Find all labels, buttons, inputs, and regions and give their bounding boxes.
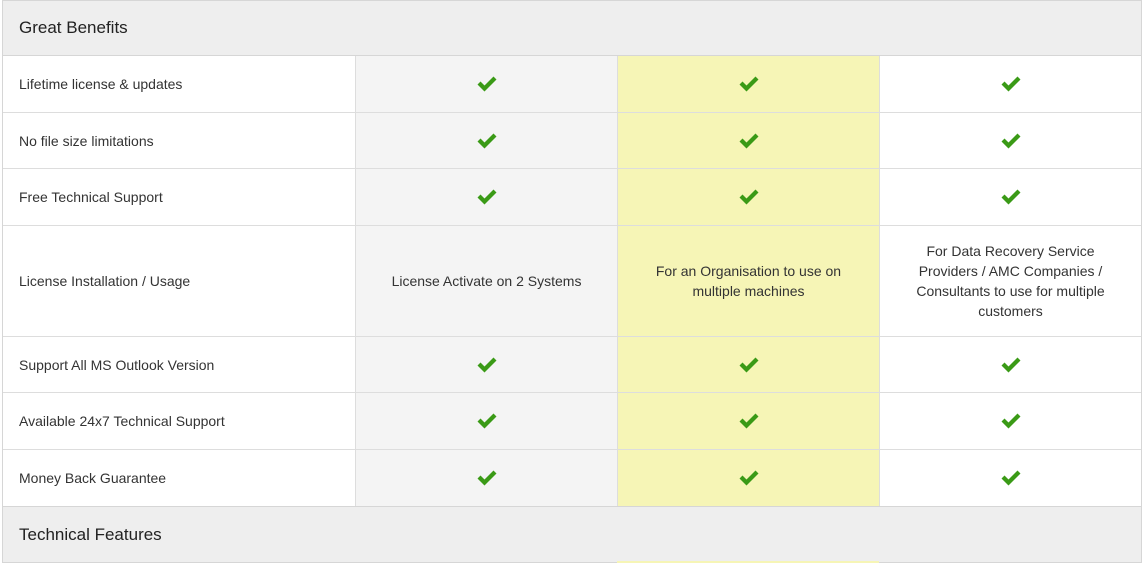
- plan3-cell: [880, 113, 1141, 168]
- section-header-technical-features: Technical Features: [3, 506, 1141, 563]
- technical-features-section: Technical Features: [3, 506, 1141, 563]
- row-label: Available 24x7 Technical Support: [3, 393, 356, 449]
- check-icon: [476, 469, 498, 487]
- plan2-cell: [618, 169, 880, 225]
- check-icon: [1000, 469, 1022, 487]
- plan3-cell: [880, 393, 1141, 449]
- row-label: Free Technical Support: [3, 169, 356, 225]
- plan1-cell: [356, 169, 618, 225]
- plan1-cell: [356, 56, 618, 112]
- section-title: Technical Features: [19, 524, 162, 544]
- check-icon: [476, 75, 498, 93]
- section-title: Great Benefits: [19, 18, 128, 37]
- table-row: Free Technical Support: [3, 169, 1141, 226]
- check-icon: [476, 132, 498, 150]
- plan2-cell: [618, 393, 880, 449]
- cell-text: For Data Recovery Service Providers / AM…: [916, 243, 1105, 319]
- plan1-cell: [356, 450, 618, 506]
- check-icon: [476, 188, 498, 206]
- check-icon: [476, 412, 498, 430]
- plan3-cell: [880, 337, 1141, 392]
- check-icon: [738, 132, 760, 150]
- check-icon: [738, 412, 760, 430]
- check-icon: [738, 469, 760, 487]
- plan3-cell: [880, 169, 1141, 225]
- row-label: Support All MS Outlook Version: [3, 337, 356, 392]
- plan3-cell: [880, 56, 1141, 112]
- plan1-cell: [356, 113, 618, 168]
- check-icon: [738, 356, 760, 374]
- plan3-cell: [880, 450, 1141, 506]
- plan1-cell: License Activate on 2 Systems: [356, 226, 618, 336]
- plan1-cell: [356, 337, 618, 392]
- plan1-cell: [356, 393, 618, 449]
- check-icon: [1000, 132, 1022, 150]
- check-icon: [1000, 356, 1022, 374]
- table-row: Available 24x7 Technical Support: [3, 393, 1141, 450]
- plan2-cell: [618, 113, 880, 168]
- row-label: No file size limitations: [3, 113, 356, 168]
- table-row: No file size limitations: [3, 113, 1141, 169]
- row-label: License Installation / Usage: [3, 226, 356, 336]
- check-icon: [738, 188, 760, 206]
- plan2-cell: [618, 450, 880, 506]
- row-label: Money Back Guarantee: [3, 450, 356, 506]
- plan2-cell: [618, 56, 880, 112]
- cell-text: License Activate on 2 Systems: [391, 273, 582, 289]
- row-label: Lifetime license & updates: [3, 56, 356, 112]
- table-row: Money Back Guarantee: [3, 450, 1141, 506]
- section-header-great-benefits: Great Benefits: [3, 0, 1141, 56]
- plan2-cell: [618, 337, 880, 392]
- comparison-table: Great Benefits Lifetime license & update…: [2, 0, 1142, 563]
- check-icon: [738, 75, 760, 93]
- table-row: Support All MS Outlook Version: [3, 337, 1141, 393]
- table-row: Lifetime license & updates: [3, 56, 1141, 113]
- check-icon: [1000, 75, 1022, 93]
- check-icon: [1000, 412, 1022, 430]
- table-row: License Installation / Usage License Act…: [3, 226, 1141, 337]
- check-icon: [476, 356, 498, 374]
- plan3-cell: For Data Recovery Service Providers / AM…: [880, 226, 1141, 336]
- cell-text: For an Organisation to use on multiple m…: [655, 263, 842, 299]
- check-icon: [1000, 188, 1022, 206]
- plan2-cell: For an Organisation to use on multiple m…: [618, 226, 880, 336]
